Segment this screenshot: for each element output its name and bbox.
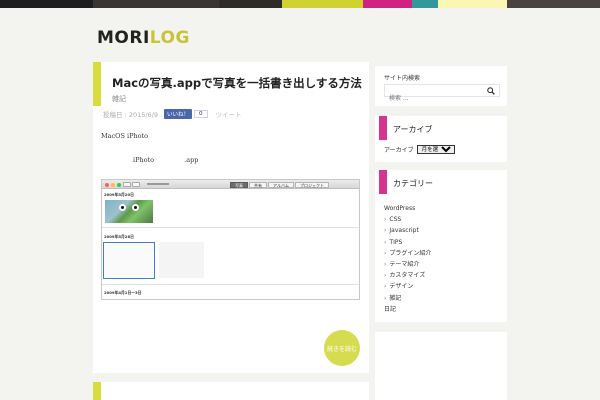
post-title[interactable]: Macの写真.appで写真を一括書き出しする方法 xyxy=(112,75,362,91)
nav-buttons xyxy=(123,181,140,187)
category-widget: カテゴリー WordPressCSSJavascriptTIPSプラグイン紹介テ… xyxy=(375,170,507,322)
category-item[interactable]: カスタマイズ xyxy=(384,270,431,281)
category-item[interactable]: 雑記 xyxy=(384,293,431,304)
window-controls xyxy=(105,182,121,187)
color-stripe xyxy=(93,0,219,8)
post-screenshot-image: 写真 共有 アルバム プロジェクト 2009年5月20日 2009年5月28日 … xyxy=(101,179,360,300)
zoom-dot-icon xyxy=(117,182,121,187)
tweet-button[interactable]: ツイート xyxy=(216,109,242,119)
tab-projects: プロジェクト xyxy=(294,181,329,188)
search-box xyxy=(384,84,500,104)
photo-thumbnail xyxy=(159,242,204,278)
close-dot-icon xyxy=(105,182,109,187)
logo-text-mori: MORI xyxy=(97,28,150,48)
forward-icon xyxy=(132,181,140,187)
tab-shared: 共有 xyxy=(249,181,267,188)
color-stripe xyxy=(412,0,438,8)
date-heading: 2009年4月1日〜3日 xyxy=(104,290,142,295)
tab-photos: 写真 xyxy=(230,181,248,188)
color-stripe xyxy=(219,0,282,8)
facebook-like[interactable]: いいね！ 0 xyxy=(164,109,208,119)
category-item[interactable]: CSS xyxy=(384,214,431,225)
date-heading: 2009年5月28日 xyxy=(104,234,134,239)
post-paragraph: MacOS iPhoto xyxy=(101,132,149,140)
top-color-bar xyxy=(0,0,600,8)
minimize-dot-icon xyxy=(111,182,115,187)
photo-thumbnail xyxy=(105,200,153,223)
color-stripe xyxy=(363,0,412,8)
divider xyxy=(102,227,359,228)
color-stripe xyxy=(507,0,600,8)
post-card: Macの写真.appで写真を一括書き出しする方法 雑記 投稿日 : 2015/6… xyxy=(93,62,369,373)
category-item[interactable]: 日記 xyxy=(384,304,431,315)
like-button[interactable]: いいね！ xyxy=(164,109,193,119)
color-stripe xyxy=(438,0,507,8)
eye-shape xyxy=(132,204,139,211)
post-category[interactable]: 雑記 xyxy=(112,94,126,104)
category-item[interactable]: Javascript xyxy=(384,225,431,236)
like-count: 0 xyxy=(194,110,208,118)
category-widget-title: カテゴリー xyxy=(393,179,433,188)
search-widget-title: サイト内検索 xyxy=(384,75,421,82)
archive-widget-title: アーカイブ xyxy=(393,125,433,134)
divider xyxy=(102,284,359,285)
widget-accent-bar xyxy=(379,116,387,140)
selected-thumbnail xyxy=(103,242,155,279)
archive-select[interactable]: 月を選択 xyxy=(416,145,455,154)
back-icon xyxy=(123,181,131,187)
search-input[interactable] xyxy=(385,93,485,104)
category-item[interactable]: テーマ紹介 xyxy=(384,259,431,270)
archive-widget: アーカイブ アーカイブ 月を選択 xyxy=(375,116,507,162)
sidebar-widget xyxy=(375,332,507,400)
date-heading: 2009年5月20日 xyxy=(104,192,134,197)
site-logo[interactable]: MORI LOG xyxy=(97,28,190,48)
post-date: 投稿日 : 2015/6/9 xyxy=(103,111,159,119)
post-accent-bar xyxy=(93,62,101,106)
logo-text-log: LOG xyxy=(149,28,190,48)
search-icon[interactable] xyxy=(487,87,495,95)
window-toolbar: 写真 共有 アルバム プロジェクト xyxy=(102,180,359,189)
category-item[interactable]: デザイン xyxy=(384,281,431,292)
post-card xyxy=(93,382,369,400)
archive-label: アーカイブ xyxy=(384,147,414,154)
category-item[interactable]: プラグイン紹介 xyxy=(384,248,431,259)
widget-header: カテゴリー xyxy=(375,170,507,194)
search-widget: サイト内検索 xyxy=(375,66,507,106)
zoom-slider xyxy=(147,183,169,185)
post-accent-bar xyxy=(93,382,101,400)
category-item[interactable]: WordPress xyxy=(384,203,431,214)
widget-accent-bar xyxy=(379,170,387,194)
color-stripe xyxy=(0,0,93,8)
read-more-button[interactable]: 続きを読む xyxy=(324,330,360,366)
photos-tabs: 写真 共有 アルバム プロジェクト xyxy=(230,181,329,188)
tab-albums: アルバム xyxy=(268,181,294,188)
category-list: WordPressCSSJavascriptTIPSプラグイン紹介テーマ紹介カス… xyxy=(384,203,431,315)
post-meta: 投稿日 : 2015/6/9 いいね！ 0 ツイート xyxy=(101,108,369,120)
color-stripe xyxy=(282,0,363,8)
category-item[interactable]: TIPS xyxy=(384,237,431,248)
archive-row: アーカイブ 月を選択 xyxy=(384,145,455,154)
post-paragraph: iPhoto .app xyxy=(133,156,199,164)
widget-header: アーカイブ xyxy=(375,116,507,140)
eye-shape xyxy=(119,204,126,211)
